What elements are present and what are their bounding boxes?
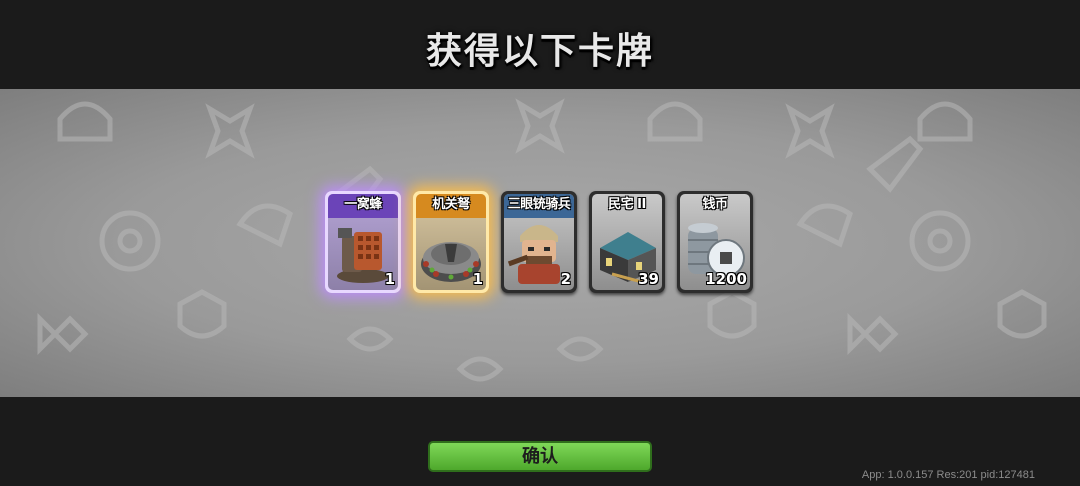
card-crossbow[interactable]: 机关弩 1	[413, 191, 489, 293]
confirm-button[interactable]: 确认	[428, 441, 652, 472]
page-title: 获得以下卡牌	[425, 31, 654, 72]
card-count: 2	[560, 270, 571, 288]
card-count: 39	[638, 270, 659, 288]
card-hive[interactable]: 一窝蜂 1	[325, 191, 401, 293]
card-count: 1	[384, 270, 395, 288]
card-list: 一窝蜂 1 机关弩 1 三眼铳骑兵 2 民宅 II 39 钱币 1200	[325, 191, 757, 295]
card-count: 1200	[705, 270, 747, 288]
card-gunner[interactable]: 三眼铳骑兵 2	[501, 191, 577, 293]
card-count: 1	[472, 270, 483, 288]
card-house[interactable]: 民宅 II 39	[589, 191, 665, 293]
version-info: App: 1.0.0.157 Res:201 pid:127481	[861, 469, 1035, 481]
card-coin[interactable]: 钱币 1200	[677, 191, 753, 293]
